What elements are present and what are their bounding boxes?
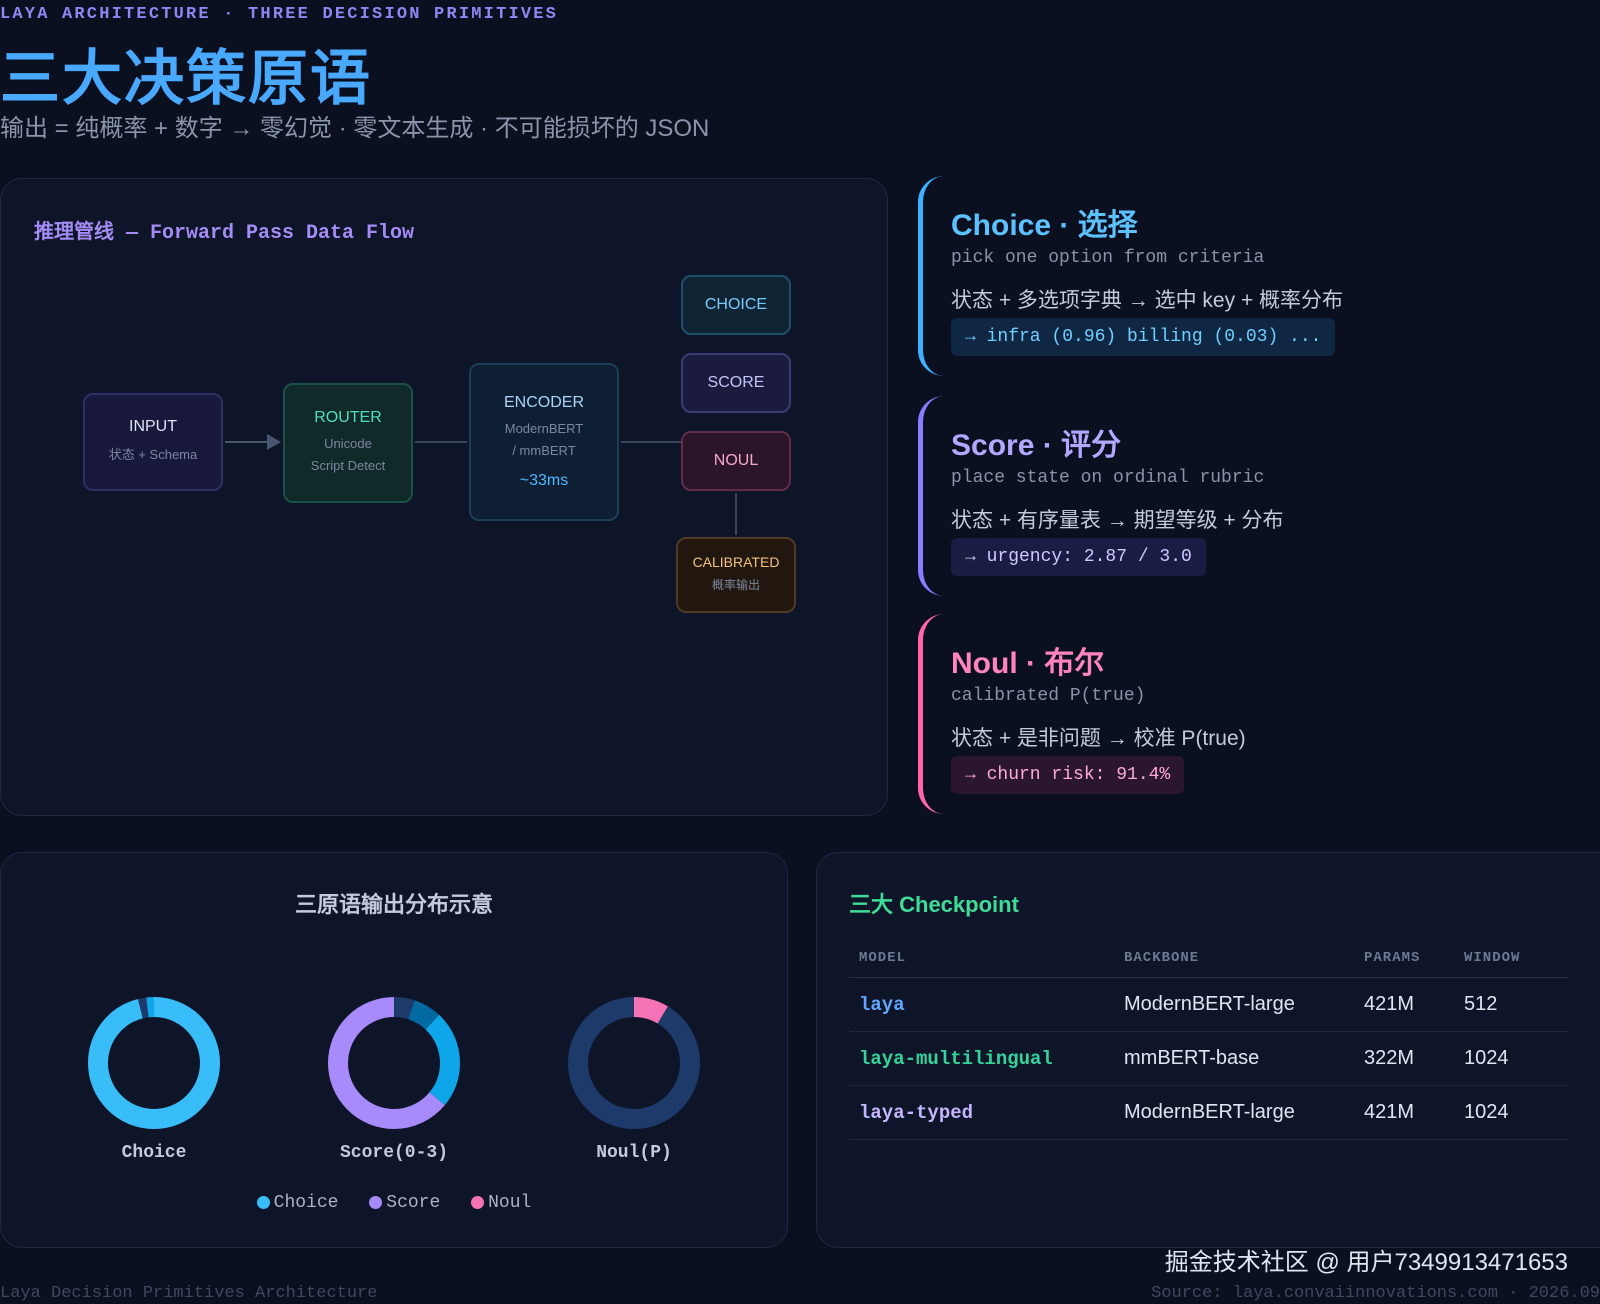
choice-card-desc: pick one option from criteria [951, 248, 1265, 268]
legend-label-score: Score [386, 1193, 441, 1213]
col-header-model: MODEL [849, 939, 1114, 978]
watermark: 掘金技术社区 @ 用户7349913471653 [1164, 1249, 1568, 1276]
encoder-latency: ~33ms [519, 472, 569, 489]
col-header-params: PARAMS [1354, 939, 1454, 978]
table-row: laya ModernBERT-large 421M 512 [849, 977, 1569, 1032]
model-name: laya [849, 977, 1114, 1032]
window-cell: 512 [1454, 977, 1569, 1032]
choice-head-label: CHOICE [704, 296, 768, 313]
calibrated-node-title: CALIBRATED [692, 554, 780, 570]
noul-card-title: Noul · 布尔 [951, 647, 1105, 680]
backbone-cell: mmBERT-base [1114, 1031, 1354, 1086]
noul-head-node: NOUL [681, 431, 791, 491]
score-head-label: SCORE [707, 374, 765, 391]
noul-head-label: NOUL [713, 452, 759, 469]
calibrated-node-sub: 概率输出 [711, 578, 760, 592]
choice-card-title: Choice · 选择 [951, 209, 1138, 242]
encoder-node: ENCODER ModernBERT / mmBERT ~33ms [469, 363, 619, 521]
window-cell: 1024 [1454, 1085, 1569, 1140]
col-header-backbone: BACKBONE [1114, 939, 1354, 978]
donut-noul-p [568, 997, 700, 1129]
choice-card-example: → infra (0.96) billing (0.03) ... [951, 318, 1336, 356]
legend: Choice Score Noul [1, 1193, 787, 1213]
col-header-window: WINDOW [1454, 939, 1569, 978]
pipeline-panel: 推理管线 — Forward Pass Data Flow INPUT 状态 +… [0, 178, 888, 816]
eyebrow: LAYA ARCHITECTURE · THREE DECISION PRIMI… [0, 5, 559, 24]
router-node-title: ROUTER [314, 409, 382, 426]
footer-left: Laya Decision Primitives Architecture [0, 1284, 378, 1303]
donut-label-noul: Noul(P) [596, 1143, 672, 1163]
noul-card-example: → churn risk: 91.4% [951, 756, 1185, 794]
donut-label-score: Score(0-3) [339, 1143, 449, 1163]
checkpoint-table: MODEL BACKBONE PARAMS WINDOW laya Modern… [849, 939, 1569, 1140]
legend-dot-noul [471, 1195, 485, 1209]
choice-card-formula: 状态 + 多选项字典 → 选中 key + 概率分布 [951, 289, 1344, 312]
score-card-desc: place state on ordinal rubric [951, 468, 1265, 488]
window-cell: 1024 [1454, 1031, 1569, 1086]
legend-label-noul: Noul [488, 1193, 532, 1213]
legend-item-score: Score [369, 1193, 440, 1213]
noul-card-formula: 状态 + 是非问题 → 校准 P(true) [951, 727, 1246, 750]
donut-segment [568, 997, 700, 1129]
arrow-head-icon [267, 434, 281, 450]
legend-label-choice: Choice [273, 1193, 339, 1213]
choice-head-node: CHOICE [681, 275, 791, 335]
model-name: laya-multilingual [849, 1031, 1114, 1086]
page-title: 三大决策原语 [0, 45, 372, 112]
score-card-formula: 状态 + 有序量表 → 期望等级 + 分布 [951, 509, 1284, 532]
backbone-cell: ModernBERT-large [1114, 977, 1354, 1032]
score-card: Score · 评分 place state on ordinal rubric… [918, 396, 1563, 596]
page-subtitle: 输出 = 纯概率 + 数字 → 零幻觉 · 零文本生成 · 不可能损坏的 JSO… [0, 115, 710, 142]
calibrated-node: CALIBRATED 概率输出 [676, 537, 796, 613]
donut-label-choice: Choice [121, 1143, 187, 1163]
input-node-title: INPUT [129, 418, 177, 435]
donut-score-0-3 [328, 997, 460, 1129]
footer-right: Source: laya.convaiinnovations.com · 202… [1151, 1284, 1600, 1303]
checkpoint-title: 三大 Checkpoint [849, 892, 1019, 917]
donut-choice [88, 997, 220, 1129]
legend-dot-choice [256, 1195, 270, 1209]
checkpoint-panel: 三大 Checkpoint MODEL BACKBONE PARAMS WIND… [816, 852, 1600, 1248]
model-name: laya-typed [849, 1085, 1114, 1140]
legend-dot-score [369, 1195, 383, 1209]
encoder-node-sub1: ModernBERT [504, 421, 584, 436]
legend-item-noul: Noul [471, 1193, 531, 1213]
params-cell: 421M [1354, 977, 1454, 1032]
params-cell: 421M [1354, 1085, 1454, 1140]
score-head-node: SCORE [681, 353, 791, 413]
table-row: laya-typed ModernBERT-large 421M 1024 [849, 1085, 1569, 1140]
router-node-sub1: Unicode [324, 436, 372, 451]
noul-card: Noul · 布尔 calibrated P(true) 状态 + 是非问题 →… [918, 614, 1563, 814]
score-card-example: → urgency: 2.87 / 3.0 [951, 538, 1206, 576]
donut-charts [88, 997, 700, 1129]
choice-card: Choice · 选择 pick one option from criteri… [918, 176, 1563, 376]
encoder-node-title: ENCODER [503, 394, 584, 411]
params-cell: 322M [1354, 1031, 1454, 1086]
table-header-row: MODEL BACKBONE PARAMS WINDOW [849, 939, 1569, 978]
distribution-panel: 三原语输出分布示意 Choice Score(0-3) Noul(P) Choi… [0, 852, 788, 1248]
encoder-node-sub2: / mmBERT [512, 443, 576, 458]
score-card-title: Score · 评分 [951, 429, 1122, 462]
router-node: ROUTER Unicode Script Detect [283, 383, 413, 503]
donut-segment [88, 997, 220, 1129]
backbone-cell: ModernBERT-large [1114, 1085, 1354, 1140]
router-node-sub2: Script Detect [310, 458, 386, 473]
noul-card-desc: calibrated P(true) [951, 686, 1146, 706]
input-node-sub: 状态 + Schema [108, 447, 198, 462]
legend-item-choice: Choice [256, 1193, 339, 1213]
table-row: laya-multilingual mmBERT-base 322M 1024 [849, 1031, 1569, 1086]
input-node: INPUT 状态 + Schema [83, 393, 223, 491]
